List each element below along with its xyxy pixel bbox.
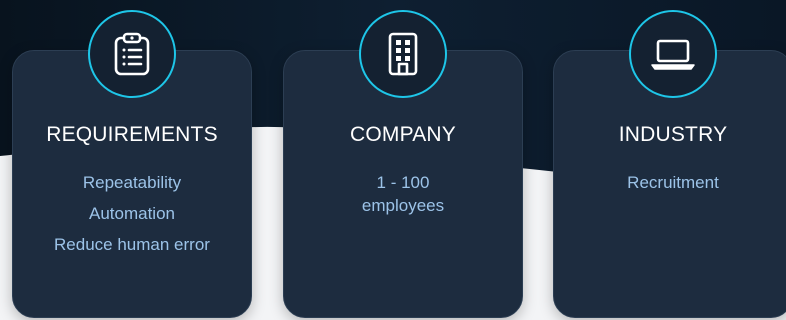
card-industry: INDUSTRY Recruitment <box>553 10 786 318</box>
list-item: Recruitment <box>627 173 719 192</box>
list-item: 1 - 100 employees <box>361 173 445 215</box>
card-items: Repeatability Automation Reduce human er… <box>33 171 231 264</box>
card-company: COMPANY 1 - 100 employees <box>283 10 523 318</box>
card-title: REQUIREMENTS <box>46 123 218 146</box>
card-title: COMPANY <box>349 123 457 146</box>
card-items: Recruitment <box>574 171 772 202</box>
laptop-icon <box>629 10 717 98</box>
card-items: 1 - 100 employees <box>304 171 502 225</box>
list-item: Reduce human error <box>54 235 210 254</box>
list-item: Automation <box>89 204 175 223</box>
card-requirements: REQUIREMENTS Repeatability Automation Re… <box>12 10 252 318</box>
list-item: Repeatability <box>82 173 182 192</box>
clipboard-list-icon <box>88 10 176 98</box>
card-title: INDUSTRY <box>618 123 728 146</box>
building-icon <box>359 10 447 98</box>
